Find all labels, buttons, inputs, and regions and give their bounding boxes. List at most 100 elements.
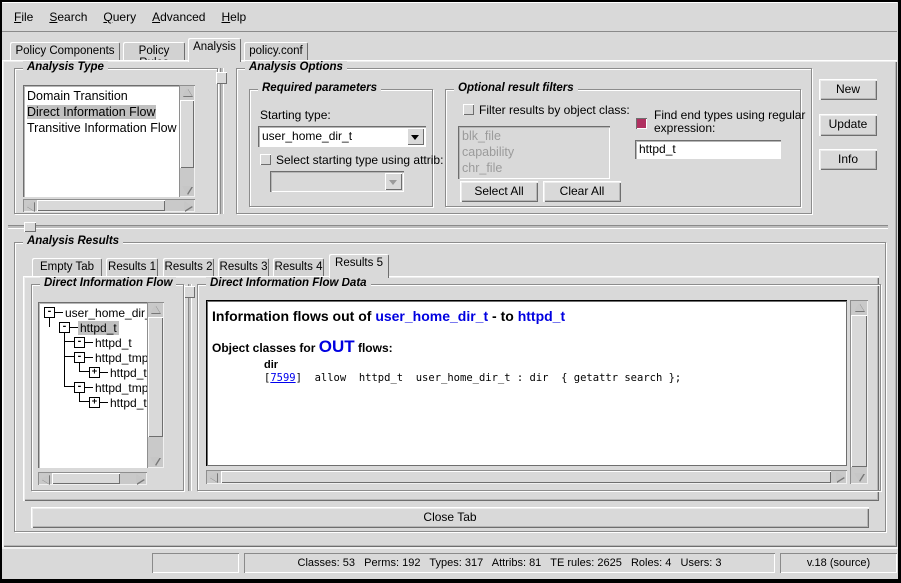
status-version: v.18 (source) bbox=[780, 553, 897, 573]
optional-filters-title: Optional result filters bbox=[454, 82, 578, 94]
tab-results-1[interactable]: Results 1 bbox=[106, 258, 158, 276]
combo-dropdown-icon bbox=[385, 173, 402, 190]
update-button[interactable]: Update bbox=[819, 114, 877, 136]
combo-dropdown-icon[interactable] bbox=[407, 128, 424, 145]
scroll-right-icon[interactable] bbox=[836, 472, 844, 482]
results-tab-panel: Direct Information Flow Tree - bbox=[23, 276, 879, 501]
scrollbar-thumb[interactable] bbox=[148, 317, 163, 437]
filter-by-class-checkbox[interactable] bbox=[463, 104, 474, 115]
tree-node[interactable]: -httpd_t bbox=[74, 335, 134, 350]
tree-node[interactable]: +httpd_t bbox=[89, 365, 147, 380]
clear-all-button[interactable]: Clear All bbox=[543, 181, 621, 202]
tab-policy-conf[interactable]: policy.conf bbox=[244, 42, 308, 60]
collapse-icon[interactable]: - bbox=[44, 307, 55, 318]
flow-tree-group: Direct Information Flow Tree - bbox=[31, 284, 184, 491]
scroll-left-icon[interactable] bbox=[41, 474, 49, 484]
tab-results-3[interactable]: Results 3 bbox=[218, 258, 269, 276]
tree-node[interactable]: -httpd_tmp_t bbox=[74, 350, 147, 365]
flow-data-group: Direct Information Flow Data Information… bbox=[197, 284, 881, 491]
scroll-left-icon[interactable] bbox=[26, 201, 34, 211]
scroll-up-icon[interactable] bbox=[182, 88, 192, 96]
flow-data-textarea[interactable]: Information flows out of user_home_dir_t… bbox=[206, 300, 847, 466]
tree-vscrollbar[interactable] bbox=[147, 302, 164, 468]
expand-icon[interactable]: + bbox=[89, 367, 100, 378]
info-button[interactable]: Info bbox=[819, 149, 877, 170]
analysis-tab-panel: Analysis Type Domain Transition Direct I… bbox=[2, 60, 897, 547]
flow-heading: Information flows out of user_home_dir_t… bbox=[212, 308, 847, 324]
starting-type-combobox[interactable]: user_home_dir_t bbox=[258, 126, 426, 147]
new-button[interactable]: New bbox=[819, 79, 877, 100]
tree-node[interactable]: +httpd_t bbox=[89, 395, 147, 410]
data-hscrollbar[interactable] bbox=[206, 470, 847, 484]
tab-analysis[interactable]: Analysis bbox=[188, 38, 241, 62]
scroll-down-icon[interactable] bbox=[150, 457, 160, 465]
data-vscrollbar[interactable] bbox=[850, 300, 868, 484]
scroll-down-icon[interactable] bbox=[854, 473, 864, 481]
menu-search[interactable]: Search bbox=[41, 7, 95, 27]
object-class-name: dir bbox=[264, 359, 847, 371]
collapse-icon[interactable]: - bbox=[74, 337, 85, 348]
pane-sash-line bbox=[221, 68, 223, 214]
collapse-icon[interactable]: - bbox=[59, 322, 70, 333]
pane-sash-handle[interactable] bbox=[184, 286, 195, 298]
rule-id-link[interactable]: 7599 bbox=[270, 372, 295, 384]
required-parameters-title: Required parameters bbox=[258, 82, 381, 94]
scrollbar-thumb[interactable] bbox=[221, 471, 831, 483]
analysis-type-listbox[interactable]: Domain Transition Direct Information Flo… bbox=[23, 85, 179, 197]
list-item: capability bbox=[458, 144, 610, 160]
scroll-right-icon[interactable] bbox=[184, 201, 192, 211]
collapse-icon[interactable]: - bbox=[74, 352, 85, 363]
scrollbar-thumb[interactable] bbox=[180, 100, 194, 168]
regex-checkbox[interactable] bbox=[636, 118, 647, 129]
tree-node[interactable]: -user_home_dir_t bbox=[44, 305, 147, 320]
tree-node[interactable]: -httpd_t bbox=[59, 320, 119, 335]
list-item[interactable]: Domain Transition bbox=[23, 88, 179, 104]
scroll-up-icon[interactable] bbox=[854, 303, 864, 311]
scroll-up-icon[interactable] bbox=[150, 305, 160, 313]
menu-advanced[interactable]: Advanced bbox=[144, 7, 213, 27]
expand-icon[interactable]: + bbox=[89, 397, 100, 408]
tree-node[interactable]: -httpd_tmpfs_t bbox=[74, 380, 147, 395]
scroll-left-icon[interactable] bbox=[209, 472, 217, 482]
list-item[interactable]: Direct Information Flow bbox=[23, 104, 179, 120]
flow-tree-title: Direct Information Flow Tree bbox=[40, 277, 176, 289]
regex-input[interactable]: httpd_t bbox=[635, 140, 781, 159]
pane-sash-handle[interactable] bbox=[24, 222, 36, 232]
tree-hscrollbar[interactable] bbox=[38, 472, 147, 485]
tab-empty-tab[interactable]: Empty Tab bbox=[32, 258, 102, 276]
menu-query[interactable]: Query bbox=[95, 7, 144, 27]
menu-help[interactable]: Help bbox=[213, 7, 254, 27]
tab-results-2[interactable]: Results 2 bbox=[163, 258, 214, 276]
attrib-checkbox[interactable] bbox=[260, 154, 271, 165]
scroll-right-icon[interactable] bbox=[136, 474, 144, 484]
optional-filters-group: Optional result filters Filter results b… bbox=[445, 89, 801, 207]
pane-sash-handle[interactable] bbox=[216, 72, 227, 84]
analysis-type-vscrollbar[interactable] bbox=[179, 85, 195, 197]
filter-by-class-label: Filter results by object class: bbox=[479, 103, 630, 117]
menu-bar: File Search Query Advanced Help bbox=[2, 2, 897, 32]
flow-data-title: Direct Information Flow Data bbox=[206, 277, 371, 289]
analysis-type-group: Analysis Type Domain Transition Direct I… bbox=[14, 68, 218, 214]
analysis-type-title: Analysis Type bbox=[23, 61, 108, 73]
pane-sash-line bbox=[8, 226, 888, 228]
tab-policy-rules[interactable]: Policy Rules bbox=[123, 42, 185, 60]
apol-window: File Search Query Advanced Help Policy C… bbox=[0, 0, 901, 583]
scrollbar-thumb[interactable] bbox=[52, 473, 120, 484]
scroll-down-icon[interactable] bbox=[182, 186, 192, 194]
list-item[interactable]: Transitive Information Flow bbox=[23, 120, 179, 136]
tab-results-5[interactable]: Results 5 bbox=[329, 254, 389, 278]
analysis-results-group: Analysis Results Empty Tab Results 1 Res… bbox=[14, 242, 886, 532]
collapse-icon[interactable]: - bbox=[74, 382, 85, 393]
list-item: chr_file bbox=[458, 160, 610, 176]
scrollbar-thumb[interactable] bbox=[37, 200, 165, 211]
select-all-button[interactable]: Select All bbox=[460, 181, 538, 202]
close-tab-button[interactable]: Close Tab bbox=[31, 507, 869, 528]
tab-results-4[interactable]: Results 4 bbox=[273, 258, 324, 276]
tab-policy-components[interactable]: Policy Components bbox=[10, 42, 120, 60]
menu-file[interactable]: File bbox=[6, 7, 41, 27]
scrollbar-thumb[interactable] bbox=[851, 315, 867, 467]
analysis-type-hscrollbar[interactable] bbox=[23, 199, 195, 212]
attrib-combobox-disabled bbox=[270, 171, 404, 192]
analysis-options-group: Analysis Options Required parameters Sta… bbox=[236, 68, 812, 214]
flow-tree[interactable]: -user_home_dir_t -httpd_t -httpd_t -http… bbox=[38, 302, 147, 468]
